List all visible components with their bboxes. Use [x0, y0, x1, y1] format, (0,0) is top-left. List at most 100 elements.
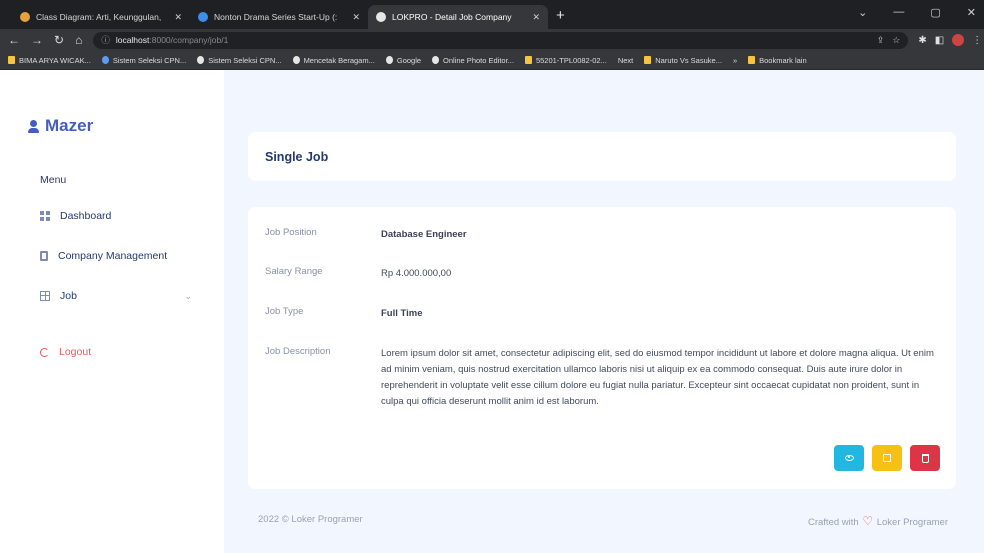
- sidebar-item-logout[interactable]: Logout: [40, 346, 200, 358]
- menu-dots-icon[interactable]: ⋮: [972, 35, 982, 46]
- bookmark-item[interactable]: 55201-TPL0082-02...: [524, 56, 607, 65]
- browser-tab-nonton-drama[interactable]: Nonton Drama Series Start-Up (: ✕: [190, 5, 368, 29]
- user-icon: [28, 119, 39, 133]
- job-description-value: Lorem ipsum dolor sit amet, consectetur …: [381, 348, 934, 407]
- bookmarks-overflow-button[interactable]: »: [733, 56, 737, 65]
- eye-icon: [844, 455, 854, 461]
- sidebar-item-label: Job: [60, 290, 77, 302]
- job-position-row: Job Position Database Engineer: [265, 227, 941, 243]
- home-icon[interactable]: ⌂: [75, 33, 82, 47]
- folder-icon: [524, 56, 532, 64]
- close-window-button[interactable]: ✕: [967, 6, 976, 19]
- profile-avatar[interactable]: [952, 34, 965, 46]
- browser-tab-bar: Class Diagram: Arti, Keunggulan, ✕ Nonto…: [0, 0, 984, 29]
- footer: 2022 © Loker Programer Crafted with ♡ Lo…: [258, 514, 948, 528]
- table-icon: [40, 291, 50, 301]
- url-input[interactable]: ⓘ localhost :8000/company/job/1 ⇪ ☆: [93, 31, 909, 49]
- trash-icon: [921, 453, 929, 463]
- address-bar-row: ← → ↻ ⌂ ⓘ localhost :8000/company/job/1 …: [0, 29, 984, 51]
- reload-icon[interactable]: ↻: [54, 33, 64, 47]
- sidebar-item-label: Logout: [59, 346, 92, 358]
- site-info-icon[interactable]: ⓘ: [101, 34, 110, 46]
- browser-tab-class-diagram[interactable]: Class Diagram: Arti, Keunggulan, ✕: [12, 5, 190, 29]
- favicon-icon: [376, 12, 386, 22]
- bookmark-item[interactable]: Online Photo Editor...: [432, 56, 514, 65]
- action-buttons: [834, 445, 940, 471]
- pencil-icon: [883, 454, 891, 462]
- back-icon[interactable]: ←: [8, 33, 20, 47]
- url-host: localhost: [115, 35, 150, 45]
- favicon-icon: [198, 12, 208, 22]
- new-tab-button[interactable]: +: [556, 7, 565, 24]
- maximize-button[interactable]: ▢: [930, 6, 940, 19]
- other-bookmarks[interactable]: Bookmark lain: [748, 56, 807, 65]
- sidepanel-icon[interactable]: ◧: [935, 35, 944, 46]
- salary-range-row: Salary Range Rp 4.000.000,00: [265, 266, 941, 282]
- edit-button[interactable]: [872, 445, 902, 471]
- brand-name: Mazer: [45, 116, 94, 135]
- logout-icon: [40, 347, 49, 357]
- tab-close-icon[interactable]: ✕: [532, 12, 540, 23]
- footer-credit: Crafted with ♡ Loker Programer: [807, 514, 948, 528]
- folder-icon: [8, 56, 15, 64]
- bookmarks-bar: BIMA ARYA WICAK... Sistem Seleksi CPN...…: [0, 51, 984, 70]
- page-title: Single Job: [265, 150, 329, 164]
- bookmark-item[interactable]: Sistem Seleksi CPN...: [197, 56, 282, 65]
- bookmark-item[interactable]: BIMA ARYA WICAK...: [8, 56, 91, 65]
- sidebar-item-job[interactable]: Job ⌄: [40, 290, 200, 302]
- sidebar-item-label: Dashboard: [60, 210, 112, 222]
- job-type-label: Job Type: [265, 306, 304, 317]
- minimize-button[interactable]: —: [893, 6, 904, 19]
- extensions-area: ✱ ◧ ⋮: [918, 34, 982, 46]
- building-icon: [40, 251, 48, 261]
- bookmark-item[interactable]: Google: [385, 56, 421, 65]
- window-controls: ⌄ — ▢ ✕: [858, 6, 976, 19]
- brand-logo[interactable]: Mazer: [28, 116, 93, 136]
- tab-search-icon[interactable]: ⌄: [858, 6, 867, 19]
- tab-title: LOKPRO - Detail Job Company: [392, 12, 512, 22]
- tab-close-icon[interactable]: ✕: [174, 12, 182, 23]
- url-path: :8000/company/job/1: [149, 35, 229, 45]
- job-detail-card: Job Position Database Engineer Salary Ra…: [248, 207, 956, 489]
- chevron-down-icon: ⌄: [184, 290, 192, 301]
- job-description-row: Job Description Lorem ipsum dolor sit am…: [265, 346, 941, 410]
- folder-icon: [748, 56, 756, 64]
- page-header-card: Single Job: [248, 132, 956, 181]
- bookmark-item[interactable]: Mencetak Beragam...: [292, 56, 375, 65]
- site-icon: [197, 56, 205, 64]
- favicon-icon: [20, 12, 30, 22]
- share-icon[interactable]: ⇪: [877, 35, 885, 46]
- google-icon: [385, 56, 393, 64]
- sidebar-item-dashboard[interactable]: Dashboard: [40, 210, 200, 222]
- forward-icon[interactable]: →: [31, 33, 43, 47]
- browser-tab-lokpro[interactable]: LOKPRO - Detail Job Company ✕: [368, 5, 548, 29]
- bookmark-item[interactable]: Naruto Vs Sasuke...: [644, 56, 722, 65]
- job-description-label: Job Description: [265, 346, 331, 357]
- salary-range-label: Salary Range: [265, 266, 323, 277]
- grid-icon: [40, 211, 50, 221]
- site-icon: [292, 56, 300, 64]
- job-type-row: Job Type Full Time: [265, 306, 941, 322]
- menu-title: Menu: [40, 174, 67, 186]
- site-icon: [432, 56, 440, 64]
- tab-title: Class Diagram: Arti, Keunggulan,: [36, 12, 162, 22]
- job-type-value: Full Time: [381, 308, 423, 319]
- sidebar: Mazer Menu Dashboard Company Management …: [0, 70, 224, 553]
- job-position-value: Database Engineer: [381, 229, 467, 240]
- footer-credit-link[interactable]: Loker Programer: [877, 517, 948, 528]
- tab-close-icon[interactable]: ✕: [352, 12, 360, 23]
- heart-icon: ♡: [862, 514, 874, 528]
- bookmark-item[interactable]: Sistem Seleksi CPN...: [101, 56, 186, 65]
- salary-range-value: Rp 4.000.000,00: [381, 268, 452, 279]
- tab-title: Nonton Drama Series Start-Up (:: [214, 12, 338, 22]
- site-icon: [101, 56, 109, 64]
- delete-button[interactable]: [910, 445, 940, 471]
- sidebar-item-company-management[interactable]: Company Management: [40, 250, 200, 262]
- view-button[interactable]: [834, 445, 864, 471]
- footer-copyright: 2022 © Loker Programer: [258, 514, 363, 525]
- bookmark-item[interactable]: Next: [618, 56, 633, 65]
- extension-puzzle-icon[interactable]: ✱: [918, 35, 926, 46]
- star-icon[interactable]: ☆: [892, 35, 900, 46]
- sidebar-item-label: Company Management: [58, 250, 168, 262]
- site-icon: [644, 56, 652, 64]
